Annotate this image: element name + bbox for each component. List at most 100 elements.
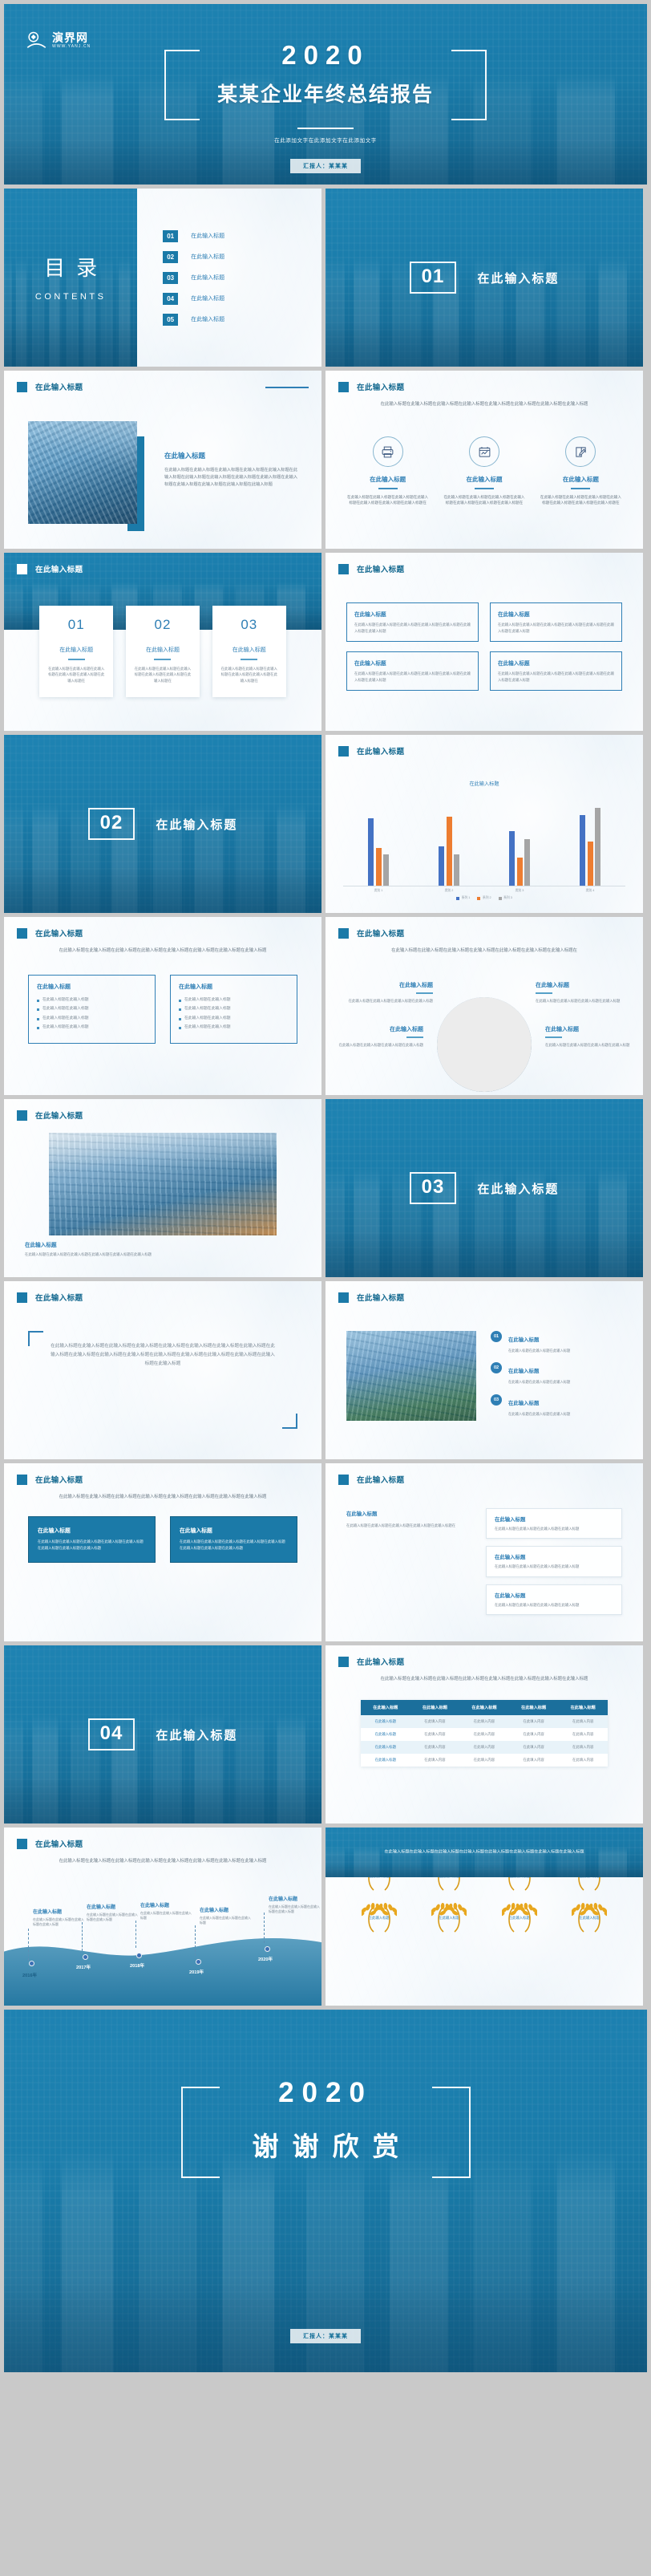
diagram-label[interactable]: 在此输入标题 在此输入标题在此输入标题在此输入标题在此输入标题: [545, 1025, 643, 1048]
box[interactable]: 在此输入标题 在此输入标题在此输入标题 在此输入标题在此输入标题 在此输入标题在…: [170, 975, 297, 1044]
table-cell: 在此填入内容: [558, 1741, 608, 1754]
box[interactable]: 在此输入标题 在此输入标题在此输入标题在此输入标题在此输入标题在此输入标题在此输…: [490, 651, 622, 692]
table-header-row: 在此输入标题 在此输入标题 在此输入标题 在此输入标题 在此输入标题: [361, 1700, 608, 1715]
list-item[interactable]: 在此输入标题 在此输入标题在此输入标题在此输入标题在此输入标题在此输入标题在此输…: [540, 436, 622, 506]
legend-item: 系列 3: [498, 896, 512, 900]
item-body: 在此输入标题在此输入标题在此输入标题: [508, 1411, 571, 1416]
list-item[interactable]: 在此输入标题 在此输入标题在此输入标题在此输入标题在此输入标题在此输入标题在此输…: [346, 436, 429, 506]
box[interactable]: 在此输入标题 在此输入标题在此输入标题在此输入标题在此输入标题在此输入标题在此输…: [346, 651, 479, 692]
bullet-list: 在此输入标题在此输入标题 在此输入标题在此输入标题 在此输入标题在此输入标题 在…: [37, 997, 147, 1031]
box[interactable]: 在此输入标题 在此输入标题在此输入标题在此输入标题在此输入标题在此输入标题在此输…: [28, 1516, 156, 1563]
timeline-item[interactable]: 在此输入标题 在此输入标题在此输入标题在此输入标题在此输入标题: [26, 1908, 86, 1961]
box-title: 在此输入标题: [498, 661, 530, 667]
card[interactable]: 在此输入标题 在此输入标题在此输入标题在此输入标题在此输入标题: [486, 1584, 622, 1616]
x-axis-label: 类别 2: [444, 889, 454, 892]
slide-heading: 在此输入标题: [17, 1838, 83, 1849]
body-text: 在此输入标题在此输入标题在此输入标题在此输入标题在此输入标题在此输入标题在此输入…: [164, 468, 298, 488]
timeline-item[interactable]: 在此输入标题 在此输入标题在此输入标题在此输入标题: [134, 1901, 193, 1948]
list-item[interactable]: 03 在此输入标题 在此输入标题在此输入标题在此输入标题: [491, 1393, 625, 1417]
card[interactable]: 03 在此输入标题 在此输入标题在此输入标题在此输入标题在此输入标题在此输入标题…: [212, 606, 286, 697]
slide-section-03: 03 在此输入标题: [326, 1099, 643, 1277]
timeline-body: 在此输入标题在此输入标题在此输入标题在此输入标题: [269, 1905, 320, 1914]
list-item[interactable]: 01 在此输入标题 在此输入标题在此输入标题在此输入标题: [491, 1331, 625, 1353]
card[interactable]: 02 在此输入标题 在此输入标题在此输入标题在此输入标题在此输入标题在此输入标题…: [125, 606, 200, 697]
timeline-title: 在此输入标题: [33, 1910, 63, 1915]
title-year: 2020: [281, 40, 370, 70]
center-circle-image: [437, 997, 532, 1092]
printer-icon: [372, 436, 403, 467]
card[interactable]: 01 在此输入标题 在此输入标题在此输入标题在此输入标题在此输入标题在此输入标题…: [39, 606, 114, 697]
medal-item[interactable]: 在此输入标题: [346, 1901, 412, 1935]
card[interactable]: 在此输入标题 在此输入标题在此输入标题在此输入标题在此输入标题: [486, 1508, 622, 1540]
diagram-label[interactable]: 在此输入标题 在此输入标题在此输入标题在此输入标题在此输入标题: [335, 981, 433, 1004]
medal-item[interactable]: 在此输入标题: [487, 1901, 552, 1935]
card-number: 02: [154, 617, 172, 632]
chart-x-axis-labels: 类别 1 类别 2 类别 3 类别 4: [343, 889, 625, 893]
slide-heading: 在此输入标题: [17, 381, 83, 392]
item-title: 在此输入标题: [508, 1337, 540, 1343]
timeline-item[interactable]: 在此输入标题 在此输入标题在此输入标题在此输入标题在此输入标题: [80, 1903, 140, 1951]
diagram-label[interactable]: 在此输入标题 在此输入标题在此输入标题在此输入标题在此输入标题: [326, 1025, 423, 1048]
card[interactable]: 在此输入标题 在此输入标题在此输入标题在此输入标题在此输入标题: [486, 1546, 622, 1577]
box[interactable]: 在此输入标题 在此输入标题在此输入标题在此输入标题在此输入标题在此输入标题在此输…: [170, 1516, 297, 1563]
caption-title: 在此输入标题: [25, 1243, 57, 1248]
section-title: 在此输入标题: [156, 1728, 238, 1742]
slide-heading: 在此输入标题: [17, 927, 83, 939]
section-header: 03 在此输入标题: [326, 1172, 643, 1204]
list-item[interactable]: 02 在此输入标题 在此输入标题在此输入标题在此输入标题: [491, 1362, 625, 1385]
timeline-item[interactable]: 在此输入标题 在此输入标题在此输入标题在此输入标题在此输入标题: [262, 1895, 321, 1943]
brand-logo: 演界网 WWW.YANJ.CN: [26, 30, 91, 51]
list-item[interactable]: 05 在此输入标题: [163, 313, 302, 326]
slide-contents: 目录 CONTENTS 01 在此输入标题 02 在此输入标题 03 在此输入标…: [4, 189, 321, 367]
slide-medals: 在此输入标题 在此输入标题 在此输入标题 在此输入标题 在此输入标题在此输入标题在此输…: [326, 1828, 643, 2006]
medal-item[interactable]: 在此输入标题: [417, 1901, 483, 1935]
outer-ring: [437, 997, 532, 1092]
underline-rule: [545, 1036, 562, 1038]
chart-plot-area: [343, 792, 625, 886]
table-row: 在此输入标题 在此填入内容 在此填入内容 在此填入内容 在此填入内容: [361, 1754, 608, 1767]
list-item[interactable]: 在此输入标题 在此输入标题在此输入标题在此输入标题在此输入标题在此输入标题在此输…: [443, 436, 525, 506]
dark-box-group: 在此输入标题 在此输入标题在此输入标题在此输入标题在此输入标题在此输入标题在此输…: [28, 1516, 297, 1563]
timeline-title: 在此输入标题: [200, 1909, 229, 1913]
slide-row-8: 在此输入标题 在此输入标题在此输入标题在此输入标题在此输入标题在此输入标题在此输…: [0, 1281, 651, 1459]
label-body: 在此输入标题在此输入标题在此输入标题在此输入标题: [348, 998, 433, 1003]
bar-group: [580, 792, 600, 886]
list-item[interactable]: 01 在此输入标题: [163, 229, 302, 242]
box-body: 在此输入标题在此输入标题在此输入标题在此输入标题在此输入标题在此输入标题在此输入…: [354, 623, 471, 633]
footer-band: 在此输入标题在此输入标题在此输入标题在此输入标题在此输入标题在此输入标题在此输入…: [326, 1828, 643, 1877]
slide-heading: 在此输入标题: [338, 1656, 404, 1667]
medal-item[interactable]: 在此输入标题: [557, 1901, 623, 1935]
bar: [580, 815, 585, 886]
box-title: 在此输入标题: [354, 612, 386, 618]
slide-deck: 演界网 WWW.YANJ.CN 2020 某某企业年终总结报告 在此添加文字在此…: [0, 0, 651, 2376]
title-subtitle: 在此添加文字在此添加文字在此添加文字: [274, 138, 377, 144]
legend-item: 系列 2: [477, 896, 491, 900]
box-body: 在此输入标题在此输入标题在此输入标题在此输入标题在此输入标题在此输入标题在此输入…: [180, 1540, 285, 1550]
underline-rule: [416, 992, 433, 994]
list-item[interactable]: 03 在此输入标题: [163, 271, 302, 284]
list-item: 在此输入标题在此输入标题: [179, 997, 289, 1003]
timeline-year: 2018年: [130, 1964, 145, 1969]
timeline-item[interactable]: 在此输入标题 在此输入标题在此输入标题在此输入标题: [193, 1906, 253, 1956]
section-number: 04: [87, 1718, 135, 1750]
table-cell: 在此输入标题: [361, 1715, 410, 1728]
list-item[interactable]: 02 在此输入标题: [163, 250, 302, 263]
table-cell: 在此输入标题: [361, 1741, 410, 1754]
slide-row-10: 04 在此输入标题 在此输入标题 在此输入标题在此输入标题在此输入标题在此输入标…: [0, 1645, 651, 1823]
timeline-body: 在此输入标题在此输入标题在此输入标题: [140, 1911, 192, 1921]
list-item: 在此输入标题在此输入标题: [179, 1016, 289, 1021]
box[interactable]: 在此输入标题 在此输入标题在此输入标题在此输入标题在此输入标题在此输入标题在此输…: [490, 602, 622, 643]
contents-list: 01 在此输入标题 02 在此输入标题 03 在此输入标题 04 在此输入标题 …: [150, 189, 302, 367]
slide-bullet-boxes: 在此输入标题 在此输入标题在此输入标题在此输入标题在此输入标题 在此输入标题在此输…: [4, 917, 321, 1095]
slide-heading-text: 在此输入标题: [357, 383, 405, 392]
column-header: 在此输入标题: [410, 1700, 460, 1715]
slide-photo: 在此输入标题 在此输入标题 在此输入标题在此输入标题在此输入标题在此输入标题在此…: [4, 1099, 321, 1277]
box[interactable]: 在此输入标题 在此输入标题在此输入标题在此输入标题在此输入标题在此输入标题在此输…: [346, 602, 479, 643]
chart-title: 在此输入标题: [469, 781, 499, 787]
box[interactable]: 在此输入标题 在此输入标题在此输入标题 在此输入标题在此输入标题 在此输入标题在…: [28, 975, 156, 1044]
slide-heading-text: 在此输入标题: [35, 566, 83, 574]
square-bullet-icon: [338, 927, 349, 939]
diagram-label[interactable]: 在此输入标题 在此输入标题在此输入标题在此输入标题在此输入标题: [536, 981, 633, 1004]
reporter-badge: 汇报人：某某某: [290, 159, 361, 173]
list-item[interactable]: 04 在此输入标题: [163, 292, 302, 305]
